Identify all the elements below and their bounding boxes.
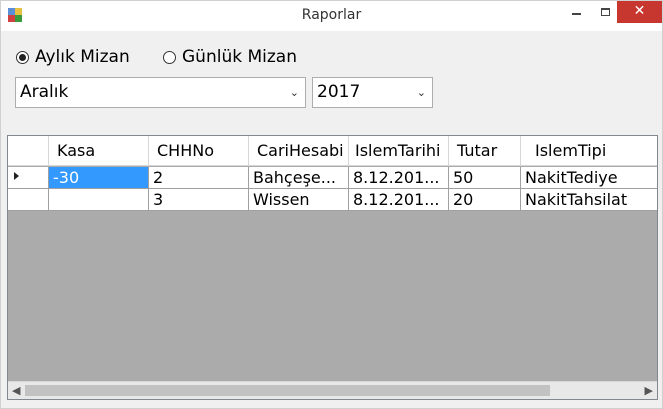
title-bar[interactable]: Raporlar ✕ xyxy=(1,1,662,31)
radio-checked-icon[interactable] xyxy=(16,50,29,64)
radio-unchecked-icon[interactable] xyxy=(163,50,176,64)
horizontal-scrollbar[interactable]: ◀ ▶ xyxy=(8,381,657,399)
column-header-tutar[interactable]: Tutar xyxy=(449,136,521,166)
column-header-carihesabi[interactable]: CariHesabi xyxy=(249,136,349,166)
minimize-icon xyxy=(571,13,581,15)
cell-chhno[interactable]: 2 xyxy=(149,167,249,188)
minimize-button[interactable] xyxy=(562,1,590,23)
column-header-kasa[interactable]: Kasa xyxy=(49,136,149,166)
year-select[interactable]: 2017 ⌄ xyxy=(312,77,433,108)
row-header-corner[interactable] xyxy=(8,136,49,166)
cell-kasa[interactable] xyxy=(49,189,149,210)
close-icon: ✕ xyxy=(633,3,646,19)
radio-aylik-mizan-label: Aylık Mizan xyxy=(35,47,130,67)
radio-gunluk-mizan[interactable]: Günlük Mizan xyxy=(163,46,297,68)
column-header-islemtipi[interactable]: IslemTipi xyxy=(521,136,657,166)
close-button[interactable]: ✕ xyxy=(617,1,662,23)
raporlar-window: Raporlar ✕ Aylık Mizan Günlük Mizan Aral… xyxy=(0,0,663,409)
cell-carihesabi[interactable]: Bahçeşe... xyxy=(249,167,349,188)
month-select-value: Aralık xyxy=(20,82,69,102)
scroll-left-icon[interactable]: ◀ xyxy=(12,382,20,399)
column-header-chhno[interactable]: CHHNo xyxy=(149,136,249,166)
cell-islemtarihi[interactable]: 8.12.201... xyxy=(349,189,449,210)
cell-carihesabi[interactable]: Wissen xyxy=(249,189,349,210)
cell-islemtarihi[interactable]: 8.12.201... xyxy=(349,167,449,188)
table-row[interactable]: 3 Wissen 8.12.201... 20 NakitTahsilat xyxy=(8,189,657,211)
cell-chhno[interactable]: 3 xyxy=(149,189,249,210)
year-select-value: 2017 xyxy=(317,82,361,102)
grid-header-row: Kasa CHHNo CariHesabi IslemTarihi Tutar … xyxy=(8,136,657,166)
radio-gunluk-mizan-label: Günlük Mizan xyxy=(182,47,297,67)
row-header[interactable] xyxy=(8,167,49,188)
cell-tutar[interactable]: 50 xyxy=(449,167,521,188)
cell-tutar[interactable]: 20 xyxy=(449,189,521,210)
cell-islemtipi[interactable]: NakitTediye xyxy=(521,167,657,188)
month-select[interactable]: Aralık ⌄ xyxy=(15,77,306,108)
current-row-arrow-icon xyxy=(14,172,19,180)
row-header[interactable] xyxy=(8,189,49,210)
chevron-down-icon[interactable]: ⌄ xyxy=(417,78,426,107)
maximize-icon xyxy=(600,8,610,16)
chevron-down-icon[interactable]: ⌄ xyxy=(290,78,299,107)
scrollbar-thumb[interactable] xyxy=(25,385,550,396)
cell-kasa[interactable]: -30 xyxy=(49,167,149,188)
data-grid[interactable]: Kasa CHHNo CariHesabi IslemTarihi Tutar … xyxy=(7,135,658,400)
maximize-button[interactable] xyxy=(591,1,619,23)
scroll-right-icon[interactable]: ▶ xyxy=(645,382,653,399)
table-row[interactable]: -30 2 Bahçeşe... 8.12.201... 50 NakitTed… xyxy=(8,167,657,189)
column-header-islemtarihi[interactable]: IslemTarihi xyxy=(349,136,449,166)
radio-aylik-mizan[interactable]: Aylık Mizan xyxy=(16,46,130,68)
cell-islemtipi[interactable]: NakitTahsilat xyxy=(521,189,657,210)
